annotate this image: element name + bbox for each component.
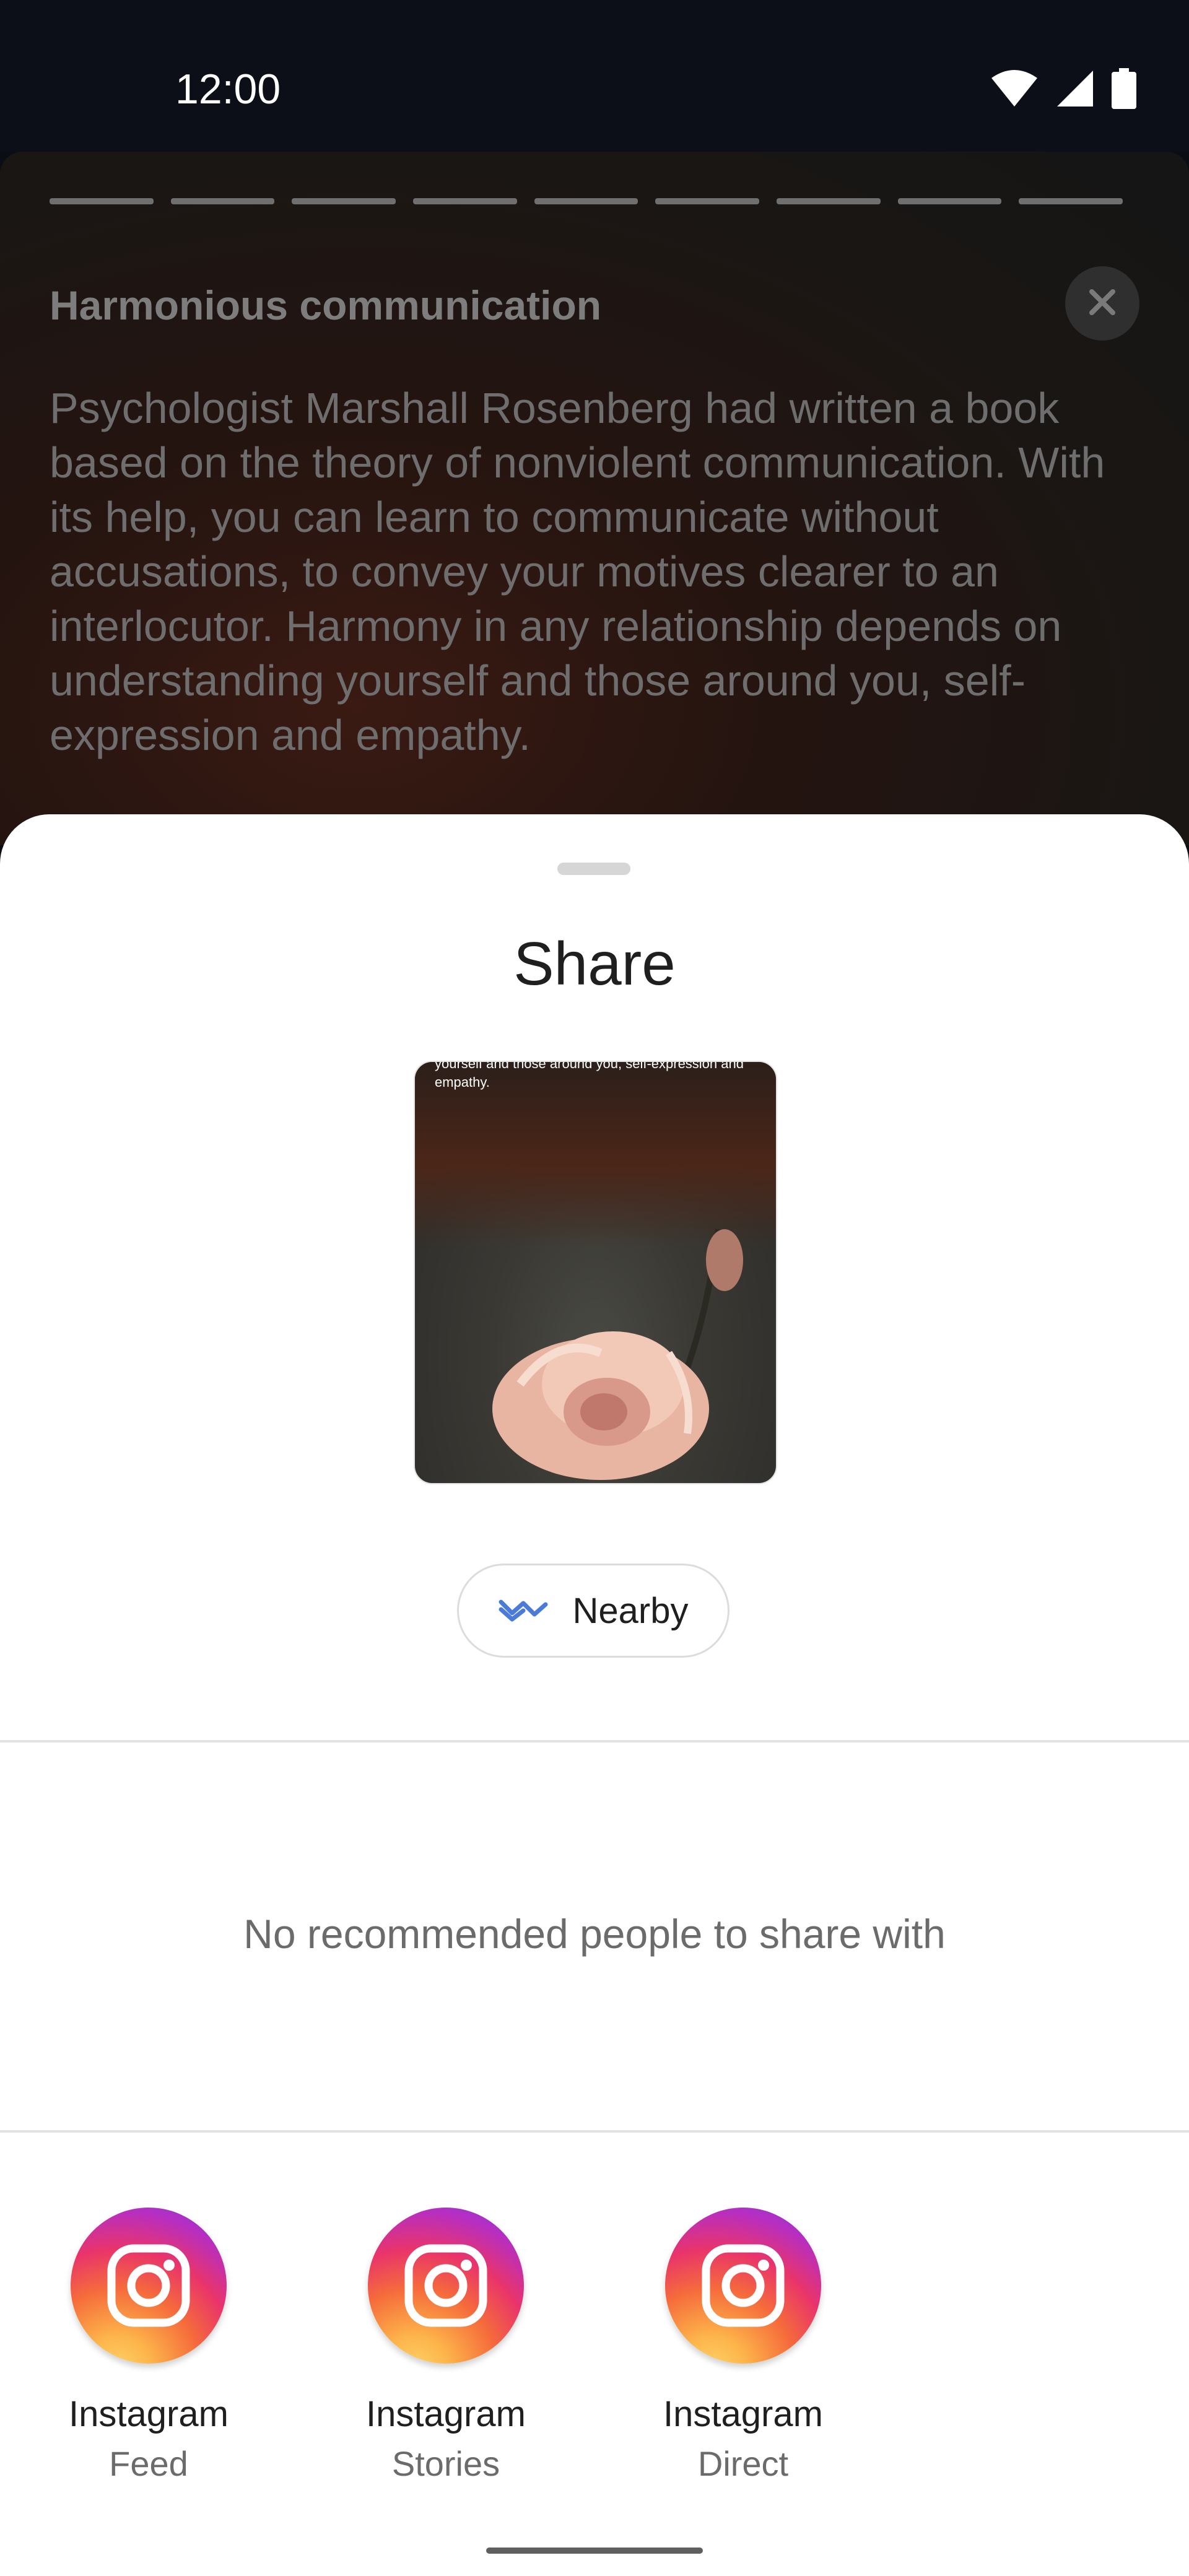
share-target-instagram-direct[interactable]: Instagram Direct xyxy=(619,2208,867,2484)
story-close-button[interactable] xyxy=(1065,266,1139,341)
share-target-instagram-stories[interactable]: Instagram Stories xyxy=(322,2208,570,2484)
story-progress-bar xyxy=(50,198,1123,204)
share-sheet: Share yourself and those around you, sel… xyxy=(0,814,1189,2576)
status-icons xyxy=(990,68,1136,112)
story-title: Harmonious communication xyxy=(50,282,602,328)
app-name: Instagram xyxy=(366,2394,526,2434)
progress-segment xyxy=(655,198,760,204)
story-view: Harmonious communication Psychologist Ma… xyxy=(0,152,1189,845)
progress-segment xyxy=(413,198,517,204)
story-body-text: Psychologist Marshall Rosenberg had writ… xyxy=(50,384,1105,759)
divider xyxy=(0,1740,1189,1743)
progress-segment xyxy=(292,198,396,204)
battery-icon xyxy=(1112,68,1136,112)
progress-segment xyxy=(1019,198,1123,204)
app-name: Instagram xyxy=(69,2394,229,2434)
nearby-icon xyxy=(499,1596,548,1626)
app-subtitle: Direct xyxy=(697,2444,789,2483)
progress-segment xyxy=(50,198,154,204)
home-indicator[interactable] xyxy=(486,2548,703,2554)
close-icon xyxy=(1088,288,1117,320)
share-target-instagram-feed[interactable]: Instagram Feed xyxy=(25,2208,272,2484)
progress-segment xyxy=(897,198,1002,204)
progress-segment xyxy=(777,198,881,204)
app-subtitle: Stories xyxy=(391,2444,500,2483)
share-preview-image: yourself and those around you, self-expr… xyxy=(414,1061,777,1484)
status-bar: 12:00 xyxy=(0,0,1189,152)
sheet-drag-handle[interactable] xyxy=(557,863,630,875)
no-recommendations-text: No recommended people to share with xyxy=(243,1911,946,1957)
rose-image xyxy=(492,1229,743,1480)
instagram-icon xyxy=(665,2208,821,2364)
progress-segment xyxy=(534,198,638,204)
cell-signal-icon xyxy=(1056,69,1094,111)
app-name: Instagram xyxy=(663,2394,823,2434)
share-title: Share xyxy=(513,929,676,998)
share-app-list: Instagram Feed Instagram Stories Instagr… xyxy=(0,2208,1189,2517)
status-time: 12:00 xyxy=(175,66,281,113)
progress-segment xyxy=(170,198,275,204)
nearby-label: Nearby xyxy=(572,1590,689,1631)
app-subtitle: Feed xyxy=(109,2444,188,2483)
wifi-icon xyxy=(990,69,1039,111)
instagram-icon xyxy=(71,2208,227,2364)
instagram-icon xyxy=(368,2208,524,2364)
nearby-share-button[interactable]: Nearby xyxy=(457,1564,730,1658)
divider xyxy=(0,2130,1189,2133)
